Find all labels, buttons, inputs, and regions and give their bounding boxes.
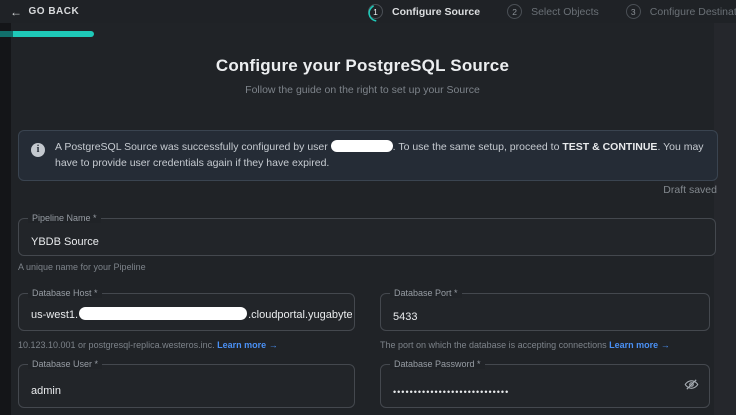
host-learn-more-link[interactable]: Learn more (217, 340, 266, 350)
port-learn-more-link[interactable]: Learn more (609, 340, 658, 350)
database-host-field[interactable]: Database Host * us-west1..cloudportal.yu… (18, 293, 355, 331)
database-port-helper: The port on which the database is accept… (380, 340, 670, 350)
step-1-progress-arc-icon (368, 2, 388, 24)
redacted-username (331, 140, 393, 152)
database-password-input[interactable] (381, 365, 709, 407)
database-user-field: Database User * (18, 364, 355, 408)
top-bar: ← GO BACK 1 Configure Source 2 Select Ob… (0, 0, 736, 23)
database-port-field: Database Port * (380, 293, 710, 331)
database-password-label: Database Password * (390, 359, 485, 369)
password-visibility-toggle[interactable] (683, 376, 699, 392)
database-port-input[interactable] (381, 294, 709, 330)
progress-segment-bright (13, 31, 94, 37)
step-1-circle: 1 (368, 4, 383, 19)
go-back-label: GO BACK (29, 6, 80, 17)
database-user-input[interactable] (19, 365, 354, 407)
side-guide-panel-edge (714, 23, 736, 415)
database-user-label: Database User * (28, 359, 102, 369)
banner-text-start: A PostgreSQL Source was successfully con… (55, 141, 331, 153)
pipeline-name-helper: A unique name for your Pipeline (18, 262, 146, 272)
pipeline-name-field: Pipeline Name * (18, 218, 716, 256)
step-3-number: 3 (631, 7, 636, 17)
page-subtitle: Follow the guide on the right to set up … (11, 84, 714, 96)
info-banner: i A PostgreSQL Source was successfully c… (18, 130, 718, 181)
database-host-value[interactable]: us-west1. .cloudportal.yugabyte.com (31, 307, 352, 321)
database-password-field: Database Password * (380, 364, 710, 408)
info-banner-text: A PostgreSQL Source was successfully con… (55, 139, 705, 172)
host-helper-text: 10.123.10.001 or postgresql-replica.west… (18, 340, 215, 350)
port-learn-more-arrow-icon: → (661, 340, 670, 350)
step-3-circle: 3 (626, 4, 641, 19)
step-configure-source[interactable]: 1 Configure Source (368, 4, 480, 19)
step-2-circle: 2 (507, 4, 522, 19)
step-2-label: Select Objects (531, 6, 599, 18)
banner-test-continue-emphasis: TEST & CONTINUE (562, 141, 657, 153)
page-title: Configure your PostgreSQL Source (11, 56, 714, 76)
pipeline-name-label: Pipeline Name * (28, 213, 101, 223)
step-2-number: 2 (512, 7, 517, 17)
step-3-label: Configure Destination (650, 6, 736, 18)
draft-saved-status: Draft saved (11, 184, 717, 196)
back-arrow-icon: ← (10, 6, 23, 18)
stepper: 1 Configure Source 2 Select Objects 3 Co… (368, 0, 736, 23)
host-learn-more-arrow-icon: → (269, 340, 278, 350)
progress-bar (0, 31, 94, 37)
eye-off-icon (684, 377, 699, 392)
host-value-prefix: us-west1. (31, 309, 78, 321)
database-host-helper: 10.123.10.001 or postgresql-replica.west… (18, 340, 278, 350)
step-configure-destination[interactable]: 3 Configure Destination (626, 4, 736, 19)
info-icon: i (31, 143, 45, 157)
redacted-host-segment (79, 307, 247, 320)
go-back-button[interactable]: ← GO BACK (0, 6, 79, 18)
banner-text-mid: . To use the same setup, proceed to (393, 141, 563, 153)
pipeline-name-input[interactable] (19, 219, 715, 255)
port-helper-text: The port on which the database is accept… (380, 340, 607, 350)
progress-segment-dark (0, 31, 13, 37)
database-port-label: Database Port * (390, 288, 462, 298)
database-host-label: Database Host * (28, 288, 102, 298)
step-select-objects[interactable]: 2 Select Objects (507, 4, 599, 19)
app-root: ← GO BACK 1 Configure Source 2 Select Ob… (0, 0, 736, 415)
host-value-suffix: .cloudportal.yugabyte.com (248, 309, 352, 321)
step-1-label: Configure Source (392, 6, 480, 18)
